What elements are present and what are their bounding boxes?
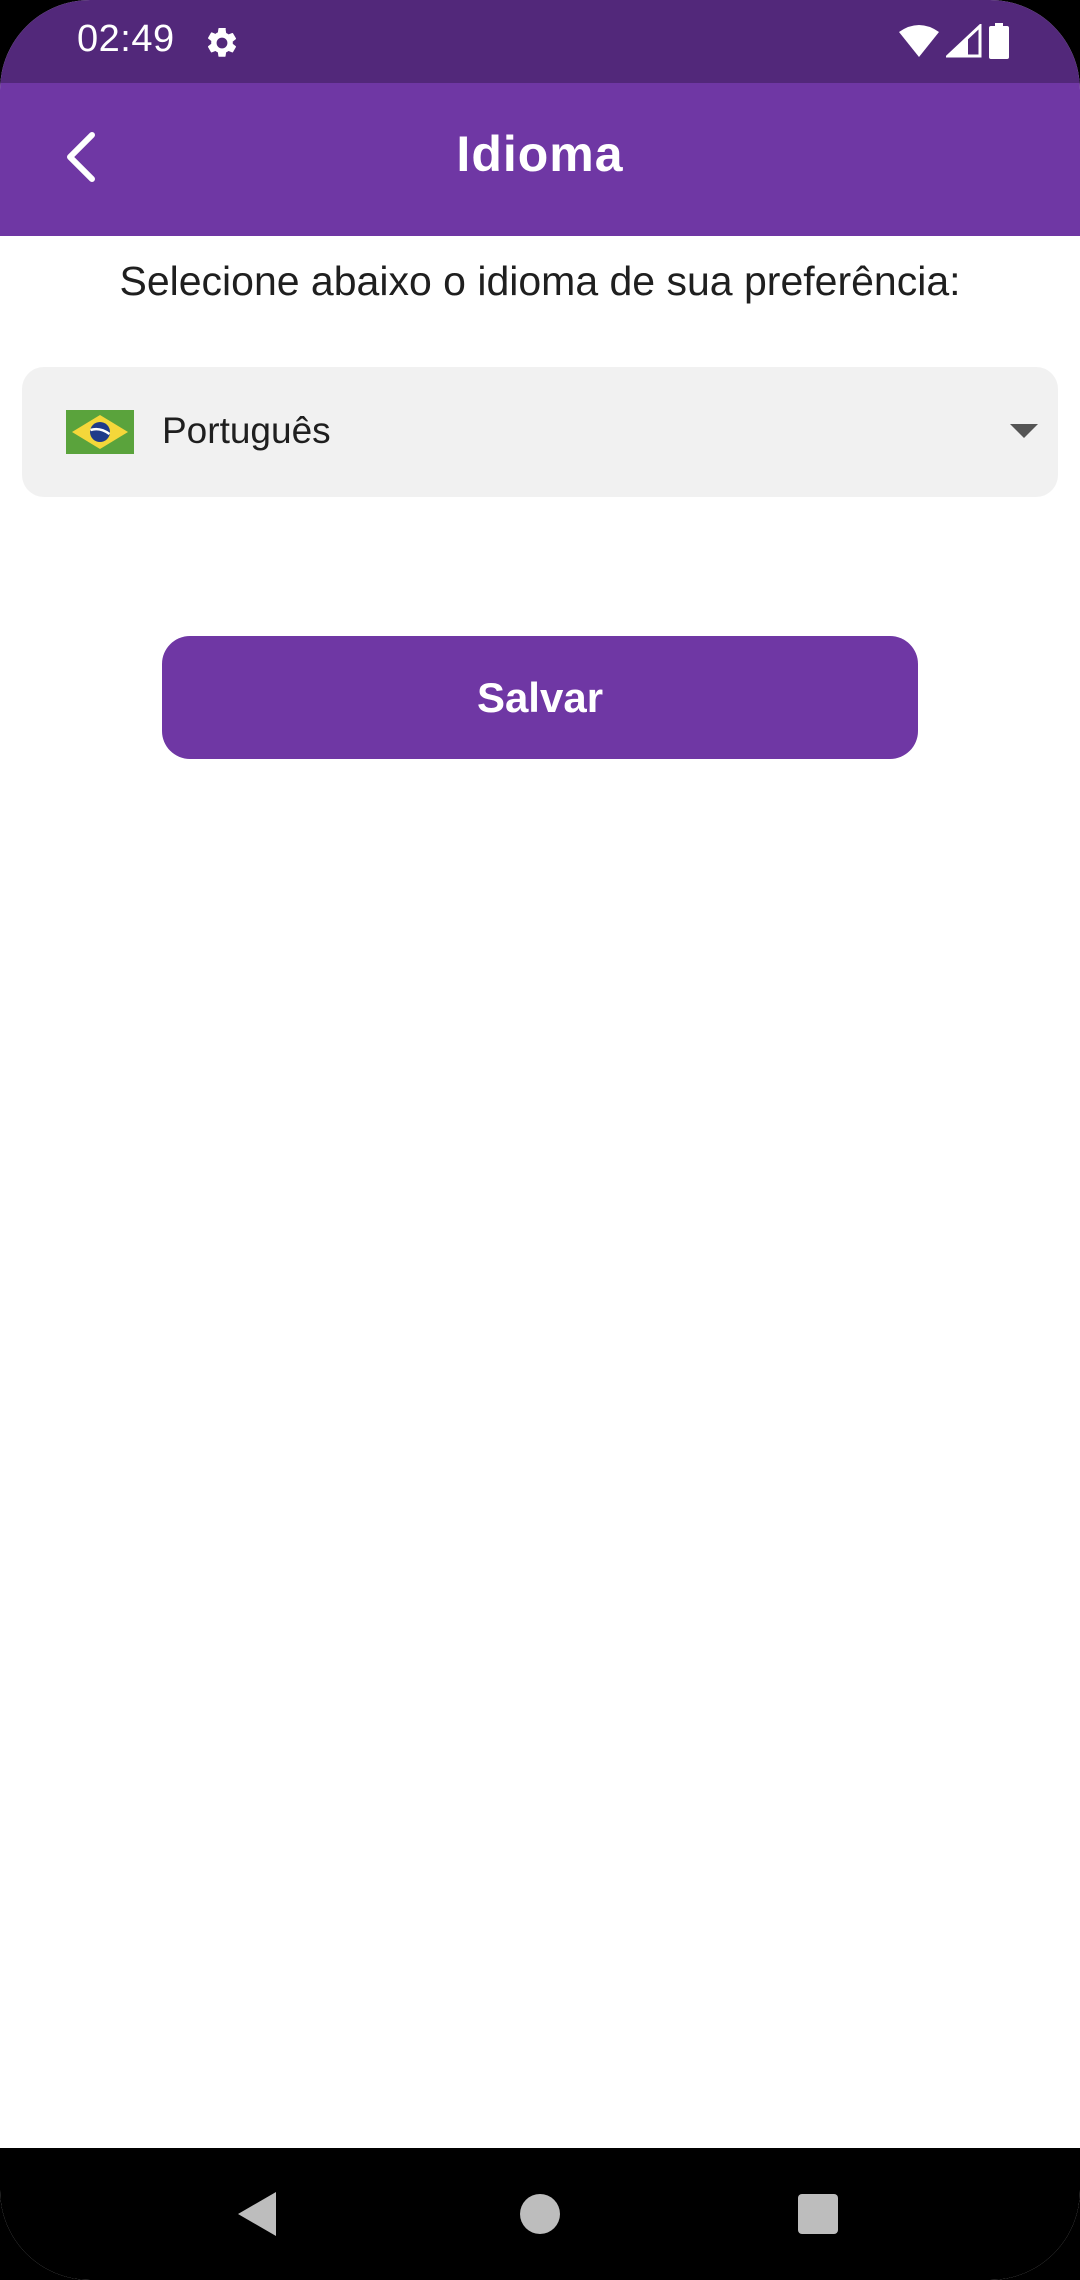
wifi-icon (898, 24, 940, 63)
screen: 02:49 Idioma Selecione abaixo o idioma d… (0, 0, 1080, 2280)
status-time: 02:49 (77, 18, 175, 60)
status-bar: 02:49 (0, 0, 1080, 83)
navigation-bar (0, 2148, 1080, 2280)
instruction-text: Selecione abaixo o idioma de sua preferê… (119, 258, 961, 304)
page-title: Idioma (456, 126, 624, 182)
save-button[interactable]: Salvar (162, 636, 918, 759)
status-icons (898, 22, 1010, 64)
signal-icon (944, 22, 982, 63)
language-select[interactable]: Português (22, 367, 1058, 497)
caret-down-icon (1010, 424, 1038, 438)
square-recents-icon[interactable] (798, 2194, 838, 2234)
app-bar: Idioma (0, 83, 1080, 236)
battery-icon (988, 22, 1010, 64)
circle-home-icon[interactable] (520, 2194, 560, 2234)
selected-language: Português (162, 410, 331, 451)
gear-icon (204, 25, 240, 61)
brazil-flag-icon (66, 410, 134, 454)
triangle-back-icon[interactable] (238, 2192, 276, 2236)
